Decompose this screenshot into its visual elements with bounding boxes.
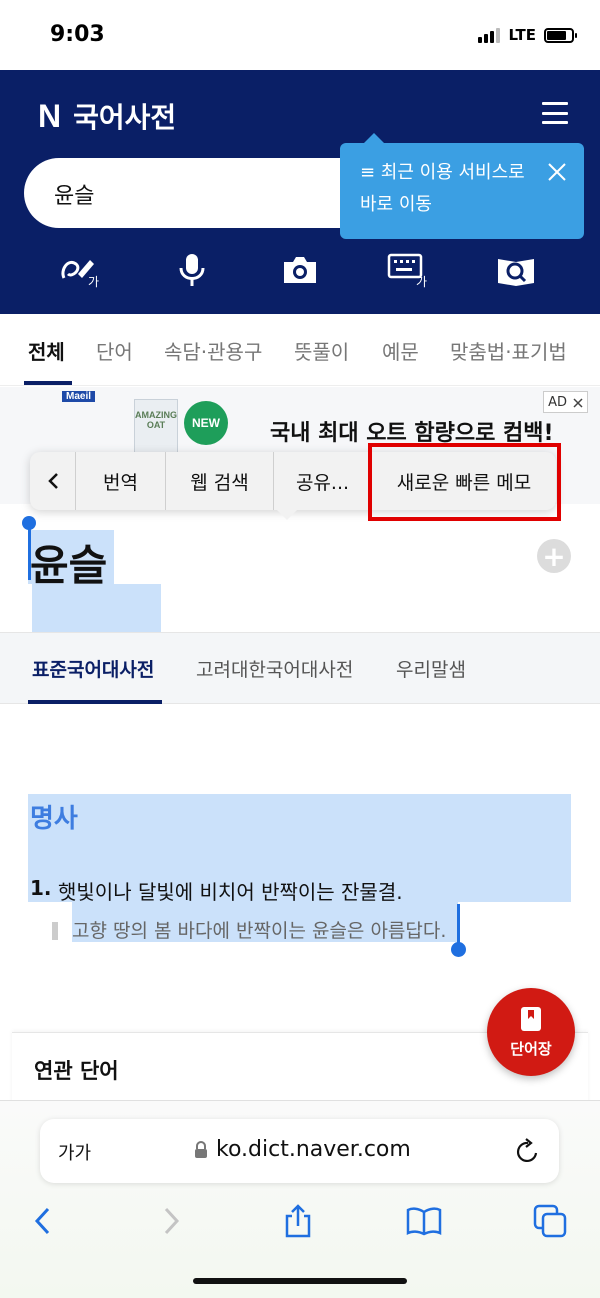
ad-new-badge: NEW bbox=[184, 401, 228, 445]
back-icon[interactable] bbox=[22, 1201, 62, 1241]
add-to-wordbook-button[interactable]: + bbox=[537, 539, 571, 573]
tab-all[interactable]: 전체 bbox=[28, 336, 65, 365]
status-indicators: LTE bbox=[478, 26, 577, 44]
text-size-button[interactable]: 가가 bbox=[58, 1139, 91, 1165]
selection-start-handle[interactable] bbox=[22, 516, 36, 530]
address-bar[interactable]: 가가 ko.dict.naver.com bbox=[40, 1119, 559, 1183]
active-tab-indicator bbox=[24, 381, 72, 385]
example-marker bbox=[52, 922, 58, 940]
battery-icon bbox=[544, 27, 577, 43]
signal-icon bbox=[478, 27, 501, 43]
example-sentence: 고향 땅의 봄 바다에 반짝이는 윤슬은 아름답다. bbox=[72, 920, 447, 942]
part-of-speech: 명사 bbox=[30, 804, 78, 834]
ad-close-icon[interactable] bbox=[573, 397, 583, 408]
definition-number: 1. bbox=[30, 876, 52, 900]
ad-brand-logo: Maeil bbox=[62, 391, 96, 402]
share-icon[interactable] bbox=[278, 1201, 318, 1241]
reload-icon[interactable] bbox=[515, 1137, 541, 1165]
menu-share[interactable]: 공유... bbox=[274, 452, 372, 510]
wordbook-button[interactable]: 단어장 bbox=[487, 988, 575, 1076]
active-dict-tab-indicator bbox=[28, 700, 162, 704]
service-title: 국어사전 bbox=[73, 101, 177, 134]
search-tools: 가 가 bbox=[0, 250, 600, 294]
related-words-title: 연관 단어 bbox=[34, 1059, 119, 1083]
naver-logo[interactable]: N 국어사전 bbox=[38, 96, 176, 136]
home-indicator[interactable] bbox=[193, 1278, 407, 1284]
menu-back-button[interactable] bbox=[30, 452, 76, 510]
tab-urimalsaem[interactable]: 우리말샘 bbox=[396, 655, 466, 682]
wordbook-label: 단어장 bbox=[510, 1039, 552, 1058]
close-icon[interactable] bbox=[546, 161, 568, 183]
menu-icon[interactable] bbox=[542, 102, 568, 124]
status-time: 9:03 bbox=[50, 22, 105, 47]
url-text: ko.dict.naver.com bbox=[216, 1137, 411, 1162]
tooltip-line-1: ≡ 최근 이용 서비스로 bbox=[360, 162, 525, 183]
menu-translate[interactable]: 번역 bbox=[76, 452, 166, 510]
lock-icon bbox=[194, 1141, 208, 1159]
tabs-icon[interactable] bbox=[530, 1201, 570, 1241]
svg-text:가: 가 bbox=[416, 275, 427, 288]
tab-word[interactable]: 단어 bbox=[96, 336, 133, 365]
selection-start-handle-line[interactable] bbox=[28, 528, 31, 580]
search-value: 윤슬 bbox=[54, 184, 95, 209]
network-label: LTE bbox=[508, 26, 536, 44]
menu-web-search[interactable]: 웹 검색 bbox=[166, 452, 274, 510]
browser-toolbar: 가가 ko.dict.naver.com bbox=[0, 1100, 600, 1298]
handwriting-icon[interactable]: 가 bbox=[58, 250, 102, 290]
forward-icon[interactable] bbox=[152, 1201, 192, 1241]
dictionary-source-tabs: 표준국어대사전 고려대한국어대사전 우리말샘 bbox=[0, 632, 600, 704]
tooltip-line-2: 바로 이동 bbox=[360, 194, 432, 215]
recent-services-tooltip[interactable]: ≡ 최근 이용 서비스로 바로 이동 bbox=[340, 133, 584, 239]
entry-headword: 윤슬 bbox=[30, 541, 108, 590]
bookmarks-icon[interactable] bbox=[404, 1201, 444, 1241]
tab-example[interactable]: 예문 bbox=[382, 336, 419, 365]
bookmark-icon bbox=[521, 1006, 541, 1031]
camera-icon[interactable] bbox=[278, 250, 322, 290]
keyboard-icon[interactable]: 가 bbox=[386, 250, 430, 290]
annotation-highlight-box bbox=[368, 443, 561, 521]
tab-standard-dictionary[interactable]: 표준국어대사전 bbox=[32, 655, 154, 682]
selection-end-handle[interactable] bbox=[451, 942, 466, 957]
tab-meaning[interactable]: 뜻풀이 bbox=[294, 336, 349, 365]
ad-label[interactable]: AD bbox=[543, 391, 588, 413]
status-bar: 9:03 LTE bbox=[0, 0, 600, 70]
tab-korea-univ-dictionary[interactable]: 고려대한국어대사전 bbox=[196, 655, 353, 682]
search-tabs: 전체 단어 속담·관용구 뜻풀이 예문 맞춤법·표기법 bbox=[0, 314, 600, 386]
book-search-icon[interactable] bbox=[494, 250, 538, 290]
definition-text: 햇빛이나 달빛에 비치어 반짝이는 잔물결. bbox=[58, 880, 403, 904]
tab-spelling[interactable]: 맞춤법·표기법 bbox=[450, 336, 567, 365]
naver-n-logo: N bbox=[38, 97, 62, 134]
ad-badge-text: AD bbox=[548, 394, 567, 410]
tab-proverb[interactable]: 속담·관용구 bbox=[164, 336, 262, 365]
svg-text:가: 가 bbox=[88, 275, 99, 288]
microphone-icon[interactable] bbox=[170, 250, 214, 290]
